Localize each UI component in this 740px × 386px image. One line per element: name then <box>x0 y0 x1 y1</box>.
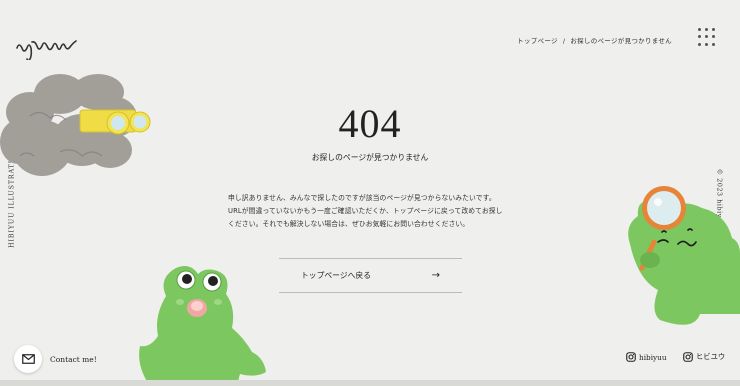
breadcrumb: トップページ / お探しのページが見つかりません <box>517 35 672 45</box>
error-message: 申し訳ありません、みんなで探したのですが該当のページが見つからないみたいです。 … <box>228 192 520 231</box>
instagram-icon <box>683 352 693 362</box>
contact-button[interactable]: Contact me! <box>14 345 97 373</box>
bottom-scroll-bar <box>0 380 740 386</box>
message-line: URLが間違っていないかもう一度ご確認いただくか、トップページに戻って改めてお探… <box>228 207 503 215</box>
menu-grid-icon[interactable] <box>697 27 717 47</box>
message-line: 申し訳ありません、みんなで探したのですが該当のページが見つからないみたいです。 <box>228 194 496 202</box>
frog-illustration-left <box>139 266 266 386</box>
error-code: 404 <box>338 101 402 146</box>
breadcrumb-current: お探しのページが見つかりません <box>570 37 672 45</box>
instagram-label: hibiyuu <box>639 352 667 362</box>
contact-circle[interactable] <box>14 345 42 373</box>
arrow-right-icon: → <box>431 270 440 281</box>
breadcrumb-separator: / <box>562 37 566 45</box>
error-subtitle: お探しのページが見つかりません <box>311 153 429 162</box>
instagram-link-hibiyuu[interactable]: hibiyuu <box>626 352 667 362</box>
message-line: ください。それでも解決しない場合は、ぜひお気軽にお問い合わせください。 <box>228 220 470 228</box>
frog-magnifier-illustration <box>628 186 740 325</box>
instagram-label: ヒビユウ <box>696 352 726 361</box>
back-to-top-button[interactable]: トップページへ戻る → <box>279 258 462 293</box>
contact-label: Contact me! <box>50 354 97 364</box>
instagram-link-hibiyuu-jp[interactable]: ヒビユウ <box>683 352 725 362</box>
logo[interactable] <box>14 36 82 60</box>
mail-icon <box>21 354 35 364</box>
back-to-top-label: トップページへ戻る <box>301 271 372 280</box>
breadcrumb-home-link[interactable]: トップページ <box>517 37 558 45</box>
instagram-icon <box>626 352 636 362</box>
